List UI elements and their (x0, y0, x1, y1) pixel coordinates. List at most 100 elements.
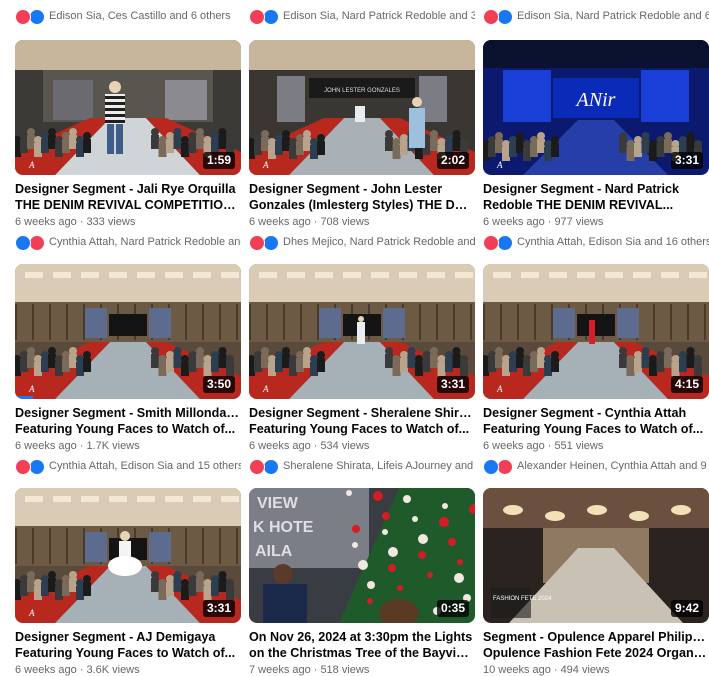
like-icon (29, 459, 45, 474)
video-meta: 6 weeks ago · 1.7K views (15, 440, 140, 452)
video-title-line: Redoble THE DENIM REVIVAL... (483, 198, 674, 212)
video-title-line: Gonzales (Imlesterg Styles) THE DENI... (249, 198, 475, 212)
video-title[interactable]: Designer Segment - John Lester Gonzales (… (249, 181, 475, 213)
video-title[interactable]: Designer Segment - AJ Demigaya Featuring … (15, 629, 241, 661)
upload-age: 6 weeks ago (483, 216, 545, 228)
heart-icon (15, 9, 31, 24)
stage-caption: JOHN LESTER GONZALES (324, 88, 400, 94)
reaction-names[interactable]: Dhes Mejico, Nard Patrick Redoble and 4 … (283, 236, 475, 248)
duration-badge: 3:31 (670, 152, 703, 169)
video-meta: 6 weeks ago · 3.6K views (15, 664, 140, 676)
svg-text:A: A (262, 384, 269, 394)
reactions-summary[interactable]: Cynthia Attah, Nard Patrick Redoble and … (15, 235, 241, 250)
video-title[interactable]: Segment - Opulence Apparel Philippine Opu… (483, 629, 709, 661)
video-meta: 6 weeks ago · 333 views (15, 216, 135, 228)
video-card[interactable]: FASHION FETE 2024 9:42 Segment - Opulence … (483, 488, 709, 676)
duration-badge: 3:50 (202, 376, 235, 393)
video-meta: 7 weeks ago · 518 views (249, 664, 369, 676)
reaction-names[interactable]: Sheralene Shirata, Lifeis AJourney and 8… (283, 460, 475, 472)
heart-icon (249, 235, 265, 250)
upload-age: 6 weeks ago (15, 440, 77, 452)
upload-age: 6 weeks ago (249, 216, 311, 228)
video-thumbnail[interactable]: A 3:31 (249, 264, 475, 399)
video-thumbnail[interactable]: ANir A 3:31 (483, 40, 709, 175)
like-icon (263, 459, 279, 474)
separator-dot: · (313, 216, 318, 228)
video-meta: 6 weeks ago · 534 views (249, 440, 369, 452)
video-title[interactable]: Designer Segment - Nard Patrick Redoble T… (483, 181, 709, 213)
video-title-line: THE DENIM REVIVAL COMPETITION... (15, 198, 241, 212)
video-meta: 10 weeks ago · 494 views (483, 664, 609, 676)
duration-badge: 4:15 (670, 376, 703, 393)
video-title[interactable]: Designer Segment - Sheralene Shirata Feat… (249, 405, 475, 437)
video-thumbnail[interactable]: A 3:31 (15, 488, 241, 623)
svg-text:A: A (28, 608, 35, 618)
video-title[interactable]: Designer Segment - Cynthia Attah Featurin… (483, 405, 709, 437)
video-title-line: Designer Segment - Smith Millondaga (15, 406, 241, 420)
like-icon (497, 235, 513, 250)
reaction-names[interactable]: Cynthia Attah, Nard Patrick Redoble and … (49, 236, 241, 248)
duration-badge: 3:31 (202, 600, 235, 617)
reaction-names[interactable]: Cynthia Attah, Edison Sia and 16 others (517, 236, 709, 248)
reactions-summary[interactable]: Dhes Mejico, Nard Patrick Redoble and 4 … (249, 235, 475, 250)
duration-badge: 2:02 (436, 152, 469, 169)
view-count: 518 views (320, 664, 370, 676)
separator-dot: · (547, 216, 552, 228)
like-icon (497, 9, 513, 24)
duration-badge: 9:42 (670, 600, 703, 617)
video-thumbnail[interactable]: A 1:59 (15, 40, 241, 175)
upload-age: 6 weeks ago (249, 440, 311, 452)
watch-progress-bar (15, 396, 34, 399)
reaction-names[interactable]: Alexander Heinen, Cynthia Attah and 9 ot… (517, 460, 709, 472)
heart-icon (483, 235, 499, 250)
video-title-line: On Nov 26, 2024 at 3:30pm the Lights (249, 630, 473, 644)
view-count: 977 views (554, 216, 604, 228)
video-thumbnail[interactable]: VIEW K HOTE AILA 0:35 (249, 488, 475, 623)
reaction-icons (15, 235, 46, 250)
view-count: 551 views (554, 440, 604, 452)
video-title-line: Designer Segment - Cynthia Attah (483, 406, 687, 420)
view-count: 3.6K views (86, 664, 140, 676)
hotel-sign-2: K HOTE (253, 519, 314, 536)
reactions-summary[interactable]: Alexander Heinen, Cynthia Attah and 9 ot… (483, 459, 709, 474)
svg-text:A: A (28, 160, 35, 170)
view-count: 333 views (86, 216, 136, 228)
upload-age: 6 weeks ago (483, 440, 545, 452)
video-title-line: on the Christmas Tree of the Bayview... (249, 646, 475, 660)
video-title-line: Featuring Young Faces to Watch of... (15, 646, 236, 660)
view-count: 708 views (320, 216, 370, 228)
view-count: 534 views (320, 440, 370, 452)
like-icon (263, 235, 279, 250)
separator-dot: · (547, 440, 552, 452)
video-card[interactable]: VIEW K HOTE AILA 0:35 On Nov 26, 2024 at 3:3… (249, 488, 475, 676)
duration-badge: 3:31 (436, 376, 469, 393)
like-icon (29, 9, 45, 24)
reactions-summary[interactable]: Cynthia Attah, Edison Sia and 16 others (483, 235, 709, 250)
reaction-icons (15, 459, 46, 474)
hotel-sign: VIEW (257, 495, 299, 512)
reactions-summary[interactable]: Cynthia Attah, Edison Sia and 15 others (15, 459, 241, 474)
video-thumbnail[interactable]: FASHION FETE 2024 9:42 (483, 488, 709, 623)
reactions-summary[interactable]: Sheralene Shirata, Lifeis AJourney and 8… (249, 459, 475, 474)
separator-dot: · (79, 216, 84, 228)
video-title-line: Designer Segment - AJ Demigaya (15, 630, 216, 644)
video-meta: 6 weeks ago · 551 views (483, 440, 603, 452)
video-thumbnail[interactable]: JOHN LESTER GONZALES A 2:02 (249, 40, 475, 175)
duration-badge: 0:35 (436, 600, 469, 617)
video-title[interactable]: On Nov 26, 2024 at 3:30pm the Lights on t… (249, 629, 475, 661)
reaction-icons (483, 235, 514, 250)
reaction-icons (249, 459, 280, 474)
video-title-line: Featuring Young Faces to Watch of... (249, 422, 470, 436)
view-count: 494 views (560, 664, 610, 676)
video-title[interactable]: Designer Segment - Smith Millondaga Featu… (15, 405, 241, 437)
upload-age: 10 weeks ago (483, 664, 551, 676)
video-thumbnail[interactable]: A 4:15 (483, 264, 709, 399)
view-count: 1.7K views (86, 440, 140, 452)
video-thumbnail[interactable]: A 3:50 (15, 264, 241, 399)
duration-badge: 1:59 (202, 152, 235, 169)
reaction-icons (249, 235, 280, 250)
reaction-names[interactable]: Cynthia Attah, Edison Sia and 15 others (49, 460, 241, 472)
video-title-line: Designer Segment - Nard Patrick (483, 182, 679, 196)
video-title[interactable]: Designer Segment - Jali Rye Orquilla THE … (15, 181, 241, 213)
video-card[interactable]: A 3:31 Designer Segment - AJ Demigaya Featu… (15, 488, 241, 676)
